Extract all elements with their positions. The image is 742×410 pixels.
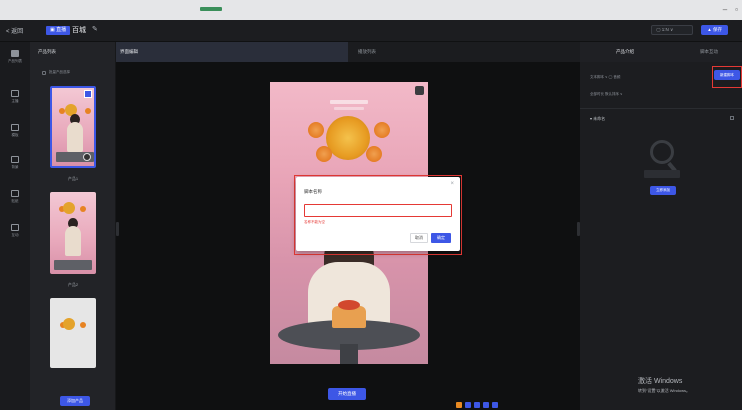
host-body-graphic — [65, 226, 81, 256]
empty-state-graphic — [644, 170, 680, 178]
select-all-checkbox[interactable]: 批量产品选择 — [42, 70, 70, 75]
toolbar-right: ▢ 1:N ∨ ▲ 保存 — [651, 25, 728, 35]
screen-icon[interactable] — [415, 86, 424, 95]
tray-app-icon[interactable] — [492, 402, 498, 408]
interact-icon — [11, 224, 19, 231]
divider — [580, 108, 742, 109]
canvas-title-graphic — [330, 100, 368, 104]
orb-graphic — [59, 108, 65, 114]
rail-label: 互动 — [11, 233, 19, 237]
product-list-icon — [11, 50, 19, 57]
background-icon — [11, 156, 19, 163]
tray-app-icon[interactable] — [483, 402, 489, 408]
back-button[interactable]: < 返回 — [6, 26, 23, 35]
script-section-header[interactable]: ▾ 未命名 — [590, 116, 605, 122]
tray-app-icon[interactable] — [465, 402, 471, 408]
product-thumb-3[interactable] — [50, 298, 96, 368]
live-tag[interactable]: ▣ 直播 — [46, 26, 71, 35]
orb-graphic — [374, 122, 390, 138]
delete-icon[interactable] — [730, 116, 734, 120]
tray-app-icon[interactable] — [456, 402, 462, 408]
watermark-line-1: 激活 Windows — [638, 378, 683, 385]
orb-graphic — [316, 146, 332, 162]
mooncake-graphic — [326, 116, 370, 160]
top-toolbar: < 返回 ▣ 直播 百城 ✎ ▢ 1:N ∨ ▲ 保存 — [0, 20, 742, 42]
script-type-filter[interactable]: 文本脚本 ∨ ◯ 音频 — [590, 75, 620, 80]
add-product-button[interactable]: 添加产品 — [60, 396, 90, 406]
left-collapse-handle[interactable] — [116, 222, 119, 236]
product-thumb-2[interactable] — [50, 192, 96, 274]
tab-product-intro[interactable]: 产品介绍 — [616, 49, 634, 55]
cake-graphic — [63, 318, 75, 330]
rail-item-sticker[interactable]: 贴纸 — [0, 190, 30, 204]
product-thumb-1[interactable] — [50, 86, 96, 168]
sticker-icon — [11, 190, 19, 197]
orb-graphic — [80, 322, 86, 328]
dialog-title: 脚本名称 — [304, 189, 322, 194]
gear-icon[interactable] — [83, 153, 91, 161]
table-graphic — [54, 260, 92, 270]
windows-activation-watermark: 激活 Windows 转到“设置”以激活 Windows。 — [638, 376, 690, 394]
product-thumb-2-label: 产品2 — [67, 282, 79, 287]
validation-error: 名称不能为空 — [304, 220, 325, 224]
canvas-subtitle-graphic — [334, 107, 364, 110]
confirm-button[interactable]: 确定 — [431, 233, 451, 243]
close-icon[interactable]: × — [450, 181, 454, 187]
orb-graphic — [308, 122, 324, 138]
rail-label: 主播 — [11, 99, 19, 103]
orb-graphic — [80, 206, 86, 212]
product-panel-title: 产品列表 — [38, 49, 56, 54]
host-body-graphic — [67, 122, 83, 152]
editor-tabs: 界面编辑 播放列表 — [116, 42, 580, 62]
ratio-select[interactable]: ▢ 1:N ∨ — [651, 25, 694, 35]
icon-rail: 产品列表 主播 模板 背景 贴纸 互动 — [0, 42, 30, 410]
cake-graphic — [63, 202, 75, 214]
system-tray — [456, 402, 498, 408]
rail-label: 模板 — [11, 133, 19, 137]
rail-label: 产品列表 — [8, 59, 22, 63]
host-icon — [11, 90, 19, 97]
rail-label: 贴纸 — [11, 199, 19, 203]
add-now-button[interactable]: 立即添加 — [650, 186, 676, 195]
duration-sort[interactable]: 全部时长 默认排序 ∨ — [590, 92, 623, 97]
minimize-icon[interactable]: – — [723, 5, 727, 14]
rail-item-background[interactable]: 背景 — [0, 156, 30, 170]
table-leg-graphic — [340, 344, 358, 364]
checkbox-icon — [42, 70, 46, 75]
product-thumb-1-label: 产品1 — [67, 176, 79, 181]
tab-interface-edit[interactable]: 界面编辑 — [116, 42, 348, 62]
title-indicator — [200, 7, 222, 11]
select-all-label: 批量产品选择 — [49, 70, 70, 74]
rail-item-template[interactable]: 模板 — [0, 124, 30, 138]
orb-graphic — [366, 146, 382, 162]
selected-badge-icon[interactable] — [84, 90, 92, 98]
cancel-button[interactable]: 取消 — [410, 233, 428, 243]
tray-app-icon[interactable] — [474, 402, 480, 408]
watermark-line-2: 转到“设置”以激活 Windows。 — [638, 388, 691, 393]
script-name-input[interactable] — [304, 204, 452, 217]
script-name-dialog: × 脚本名称 名称不能为空 取消 确定 — [296, 177, 460, 251]
window-titlebar: – ▫ — [0, 0, 742, 20]
cake-top-graphic — [338, 300, 360, 310]
rail-item-host[interactable]: 主播 — [0, 90, 30, 104]
start-live-button[interactable]: 开始直播 — [328, 388, 366, 400]
project-name: 百城 — [72, 27, 86, 34]
rail-label: 背景 — [11, 165, 19, 169]
new-script-highlight-box — [712, 66, 742, 88]
window-controls: – ▫ — [723, 5, 738, 14]
template-icon — [11, 124, 19, 131]
right-panel-tabs: 产品介绍 脚本互动 — [580, 42, 742, 62]
maximize-icon[interactable]: ▫ — [735, 5, 738, 14]
tab-playlist[interactable]: 播放列表 — [348, 42, 580, 62]
rail-item-interact[interactable]: 互动 — [0, 224, 30, 238]
orb-graphic — [85, 108, 91, 114]
tab-script-interact[interactable]: 脚本互动 — [700, 49, 718, 55]
rail-item-products[interactable]: 产品列表 — [0, 50, 30, 64]
empty-search-icon — [650, 140, 674, 164]
right-panel: 产品介绍 脚本互动 文本脚本 ∨ ◯ 音频 全部时长 默认排序 ∨ 新建脚本 ▾… — [580, 42, 742, 410]
edit-pencil-icon[interactable]: ✎ — [92, 25, 98, 33]
save-button[interactable]: ▲ 保存 — [701, 25, 728, 35]
